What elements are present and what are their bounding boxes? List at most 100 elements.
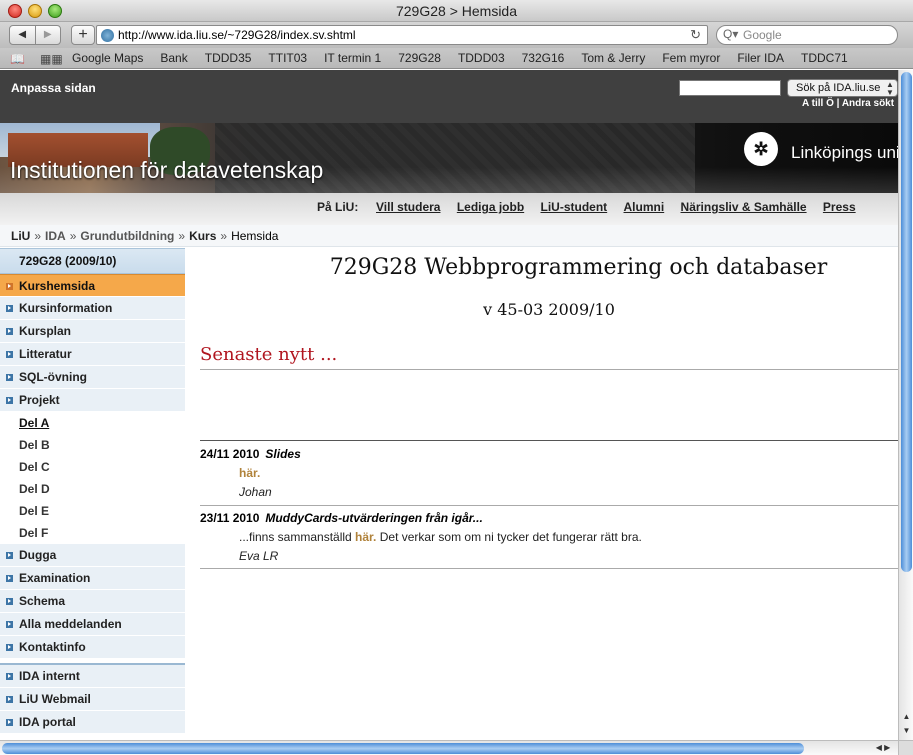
sidebar-item-label: Kontaktinfo [19,640,86,654]
scroll-arrows-icon[interactable]: ▲ ▼ [899,710,913,740]
sidebar-item-kursplan[interactable]: Kursplan [0,320,185,343]
url-text[interactable]: http://www.ida.liu.se/~729G28/index.sv.s… [118,28,356,42]
sidebar-item-kontaktinfo[interactable]: Kontaktinfo [0,636,185,659]
sidebar-subitem-del-a[interactable]: Del A [0,412,185,434]
sidebar-item-label: LiU Webmail [19,692,91,706]
breadcrumb-liu[interactable]: LiU [11,229,30,243]
customize-page-link[interactable]: Anpassa sidan [11,81,96,95]
paliu-nav: På LiU: Vill studera Lediga jobb LiU-stu… [0,193,898,225]
news-item: 23/11 2010 MuddyCards-utvärderingen från … [200,511,898,563]
sidebar-item-sql-ovning[interactable]: SQL-övning [0,366,185,389]
news-here-link[interactable]: här. [239,466,260,480]
bookmark-item[interactable]: TDDD35 [205,51,252,65]
news-body: ...finns sammanställd här. Det verkar so… [239,530,898,544]
back-button[interactable]: ◀ [10,26,35,44]
bookmark-item[interactable]: TDDD03 [458,51,505,65]
arrow-bullet-icon [6,598,13,605]
sidebar-subitem-del-e[interactable]: Del E [0,500,185,522]
bookmark-item[interactable]: Google Maps [72,51,143,65]
sidebar-item-litteratur[interactable]: Litteratur [0,343,185,366]
sidebar-item-examination[interactable]: Examination [0,567,185,590]
site-search-select[interactable]: Sök på IDA.liu.se ▲ ▼ [787,79,898,97]
bookmarks-bar: 📖 ▦▦ Google Maps Bank TDDD35 TTIT03 IT t… [0,48,913,69]
scroll-arrows-icon[interactable]: ◀ ▶ [868,741,898,755]
arrow-bullet-icon [6,351,13,358]
sidebar-item-label: Kursinformation [19,301,113,315]
sidebar-item-label: Schema [19,594,66,608]
paliu-link-naringsliv[interactable]: Näringsliv & Samhälle [681,200,807,214]
reload-icon[interactable]: ↻ [690,27,701,43]
browser-toolbar: ◀ ▶ + http://www.ida.liu.se/~729G28/inde… [0,22,913,48]
vertical-scrollbar[interactable]: ▲ ▼ [898,70,913,740]
sidebar-course-heading: 729G28 (2009/10) [0,248,185,274]
bookmark-item[interactable]: Filer IDA [737,51,784,65]
sidebar-item-liu-webmail[interactable]: LiU Webmail [0,688,185,711]
page-viewport: Anpassa sidan Sök på IDA.liu.se ▲ ▼ A til… [0,70,898,739]
bookmark-item[interactable]: 732G16 [522,51,565,65]
select-arrows-icon: ▲ ▼ [886,80,894,97]
favicon-icon [101,29,114,42]
sidebar-item-ida-portal[interactable]: IDA portal [0,711,185,734]
sidebar-item-kurshemsida[interactable]: Kurshemsida [0,274,185,297]
news-here-link[interactable]: här. [355,530,376,544]
sidebar-item-dugga[interactable]: Dugga [0,544,185,567]
course-sidebar: 729G28 (2009/10) Kurshemsida Kursinforma… [0,248,185,739]
site-search-input[interactable] [679,80,781,96]
resize-grip-icon[interactable] [898,740,913,755]
sidebar-item-projekt[interactable]: Projekt [0,389,185,412]
breadcrumb-kurs[interactable]: Kurs [189,229,216,243]
add-bookmark-button[interactable]: + [71,25,95,45]
news-item: 24/11 2010 Slides här. Johan [200,447,898,499]
sidebar-item-alla-meddelanden[interactable]: Alla meddelanden [0,613,185,636]
sidebar-subitem-del-d[interactable]: Del D [0,478,185,500]
forward-button[interactable]: ▶ [34,26,61,44]
breadcrumb-ida[interactable]: IDA [45,229,66,243]
top-links[interactable]: A till Ö | Andra sökt [802,98,894,109]
bookmark-item[interactable]: TDDC71 [801,51,848,65]
paliu-link-alumni[interactable]: Alumni [624,200,665,214]
vertical-scroll-thumb[interactable] [901,72,912,572]
bookmark-item[interactable]: Tom & Jerry [581,51,645,65]
sidebar-item-kursinformation[interactable]: Kursinformation [0,297,185,320]
divider [200,568,898,569]
sidebar-item-label: Examination [19,571,91,585]
liu-logo-icon: ✲ [744,132,778,166]
google-search-field[interactable]: Q▾ Google [716,25,898,45]
arrow-bullet-icon [6,283,13,290]
paliu-link-liu-student[interactable]: LiU-student [541,200,608,214]
horizontal-scroll-thumb[interactable] [2,743,804,754]
arrow-bullet-icon [6,328,13,335]
bookmark-item[interactable]: IT termin 1 [324,51,381,65]
address-bar[interactable]: http://www.ida.liu.se/~729G28/index.sv.s… [96,25,708,45]
site-search-select-label: Sök på IDA.liu.se [796,82,881,94]
sidebar-subitem-del-f[interactable]: Del F [0,522,185,544]
divider [200,369,898,370]
paliu-link-lediga-jobb[interactable]: Lediga jobb [457,200,524,214]
arrow-bullet-icon [6,621,13,628]
horizontal-scrollbar[interactable]: ◀ ▶ [0,740,898,755]
breadcrumb-separator: » [220,229,228,243]
bookmark-item[interactable]: Bank [160,51,187,65]
top-sites-grid-icon[interactable]: ▦▦ [40,52,63,66]
sidebar-item-label: IDA portal [19,715,76,729]
sidebar-subitem-del-c[interactable]: Del C [0,456,185,478]
arrow-bullet-icon [6,719,13,726]
news-author: Johan [239,485,272,499]
paliu-link-press[interactable]: Press [823,200,856,214]
sidebar-item-schema[interactable]: Schema [0,590,185,613]
arrow-bullet-icon [6,374,13,381]
paliu-link-vill-studera[interactable]: Vill studera [376,200,440,214]
breadcrumb-grundutbildning[interactable]: Grundutbildning [80,229,174,243]
news-title: MuddyCards-utvärderingen från igår... [265,511,483,525]
breadcrumb-separator: » [178,229,186,243]
sidebar-item-ida-internt[interactable]: IDA internt [0,665,185,688]
site-top-band: Anpassa sidan Sök på IDA.liu.se ▲ ▼ A til… [0,70,898,123]
bookmark-item[interactable]: TTIT03 [268,51,307,65]
course-period: v 45-03 2009/10 [483,300,615,319]
bookmark-item[interactable]: 729G28 [398,51,441,65]
bookmark-item[interactable]: Fem myror [662,51,720,65]
bookmarks-book-icon[interactable]: 📖 [10,52,25,66]
sidebar-subitem-del-b[interactable]: Del B [0,434,185,456]
window-titlebar: 729G28 > Hemsida [0,0,913,22]
news-body-text: Det verkar som om ni tycker det fungerar… [376,530,642,544]
